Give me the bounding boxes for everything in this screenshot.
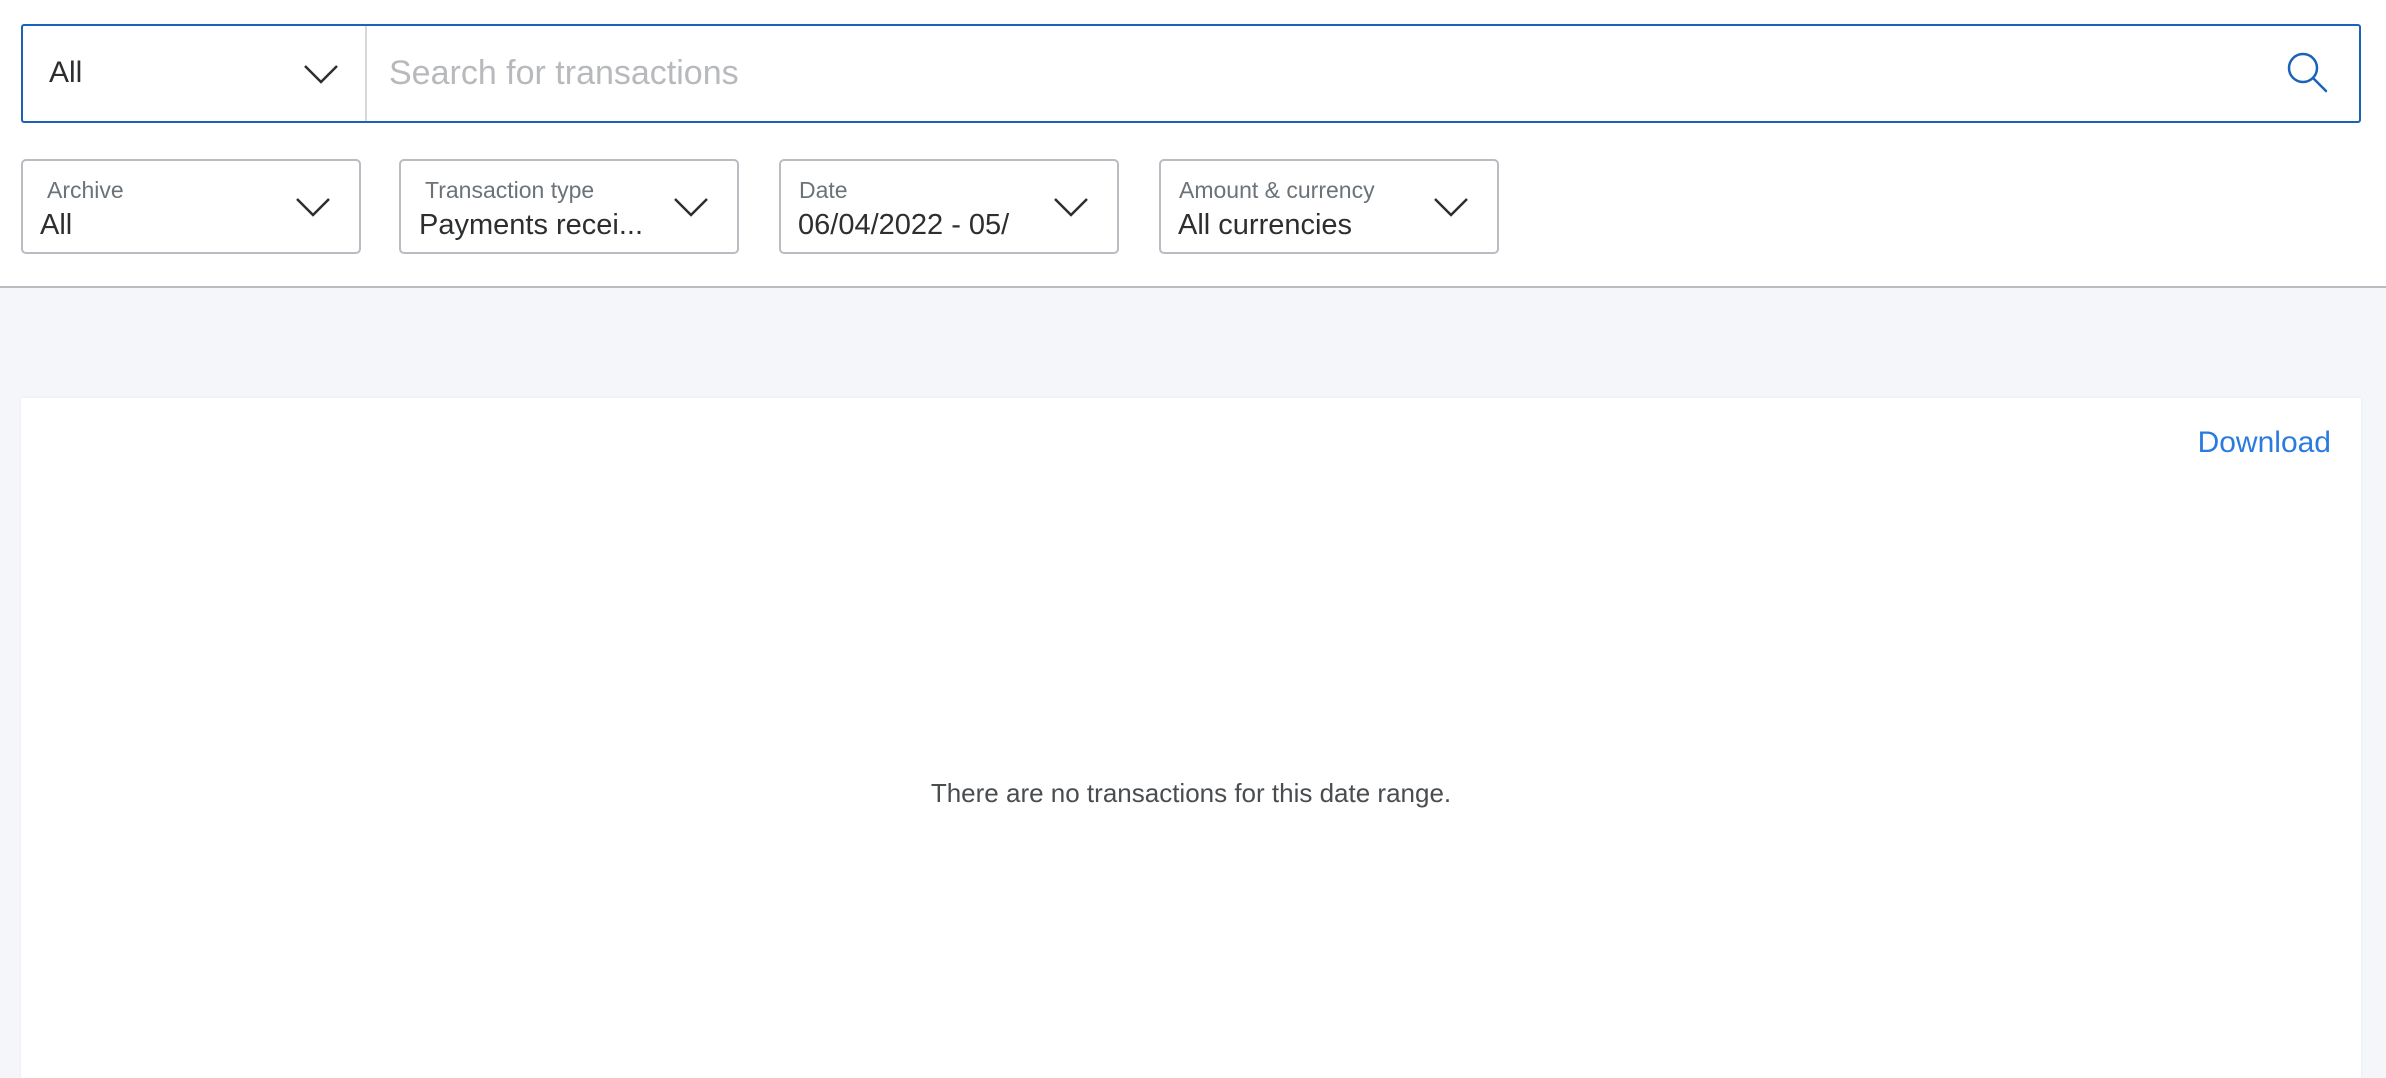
search-scope-value: All bbox=[49, 56, 83, 89]
search-scope-select[interactable]: All bbox=[23, 26, 367, 121]
search-icon[interactable] bbox=[2285, 50, 2329, 94]
transactions-results-card: Download There are no transactions for t… bbox=[21, 398, 2361, 1078]
date-filter[interactable]: Date 06/04/2022 - 05/ bbox=[779, 159, 1119, 254]
chevron-down-icon bbox=[303, 64, 339, 84]
date-filter-value: 06/04/2022 - 05/ bbox=[798, 209, 1010, 241]
archive-filter[interactable]: Archive All bbox=[21, 159, 361, 254]
chevron-down-icon bbox=[295, 197, 331, 217]
transaction-type-filter[interactable]: Transaction type Payments recei... bbox=[399, 159, 739, 254]
archive-filter-value: All bbox=[40, 209, 73, 241]
filter-header: All Archive All Transaction type Payment… bbox=[0, 0, 2386, 288]
transaction-search-bar: All bbox=[21, 24, 2361, 123]
amount-currency-filter-label: Amount & currency bbox=[1179, 177, 1375, 203]
transaction-type-filter-value: Payments recei... bbox=[419, 209, 644, 241]
search-input[interactable] bbox=[389, 44, 2229, 102]
chevron-down-icon bbox=[673, 197, 709, 217]
chevron-down-icon bbox=[1053, 197, 1089, 217]
archive-filter-label: Archive bbox=[47, 177, 124, 203]
chevron-down-icon bbox=[1433, 197, 1469, 217]
transaction-type-filter-label: Transaction type bbox=[425, 177, 595, 203]
amount-currency-filter-value: All currencies bbox=[1178, 209, 1353, 241]
empty-state-message: There are no transactions for this date … bbox=[930, 778, 1452, 808]
amount-currency-filter[interactable]: Amount & currency All currencies bbox=[1159, 159, 1499, 254]
download-link[interactable]: Download bbox=[2198, 426, 2331, 460]
date-filter-label: Date bbox=[799, 177, 848, 203]
